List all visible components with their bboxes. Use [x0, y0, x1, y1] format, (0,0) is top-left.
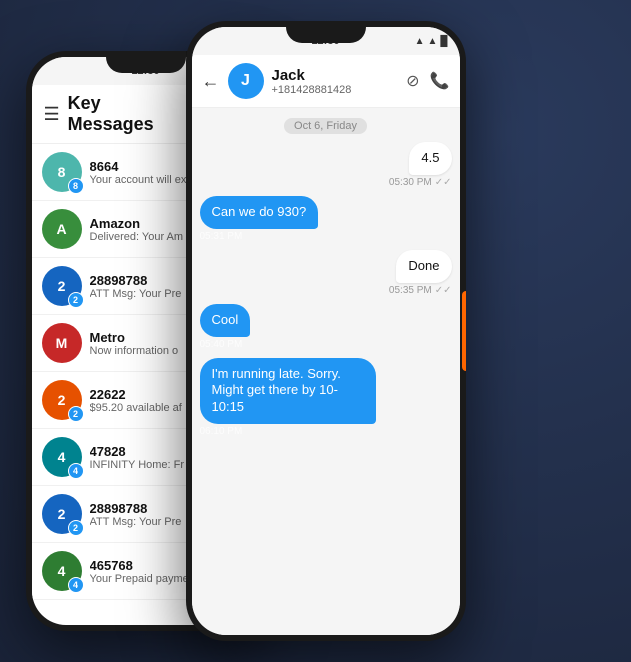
contact-avatar: J — [228, 63, 264, 99]
bubble-time-4: 06:10 PM — [200, 426, 243, 437]
battery-icon-front: █ — [440, 36, 447, 47]
wifi-icon-front: ▲ — [415, 36, 425, 47]
bubble-incoming: 4.5 — [409, 142, 451, 175]
checkmarks: ✓✓ — [435, 177, 452, 188]
status-icons-front: ▲ ▲ █ — [415, 36, 448, 47]
bubble-outgoing-2: Cool — [200, 304, 251, 337]
unread-badge: 2 — [68, 406, 84, 422]
bubble-row-outgoing: Can we do 930? 05:31 PM — [200, 196, 452, 242]
date-divider: Oct 6, Friday — [284, 118, 367, 134]
avatar: A — [42, 209, 82, 249]
bubble-text: Cool — [212, 312, 239, 327]
bubble-outgoing: Can we do 930? — [200, 196, 319, 229]
menu-icon[interactable]: ☰ — [44, 104, 60, 125]
scene: 12:30 ▲ ▲ █ ☰ Key Messages 🔍 📋 — [26, 21, 606, 641]
chat-info: Jack +181428881428 — [272, 67, 399, 96]
bubble-incoming-2: Done — [396, 250, 451, 283]
front-phone: 12:30 ▲ ▲ █ ← J Jack +181428881428 ⊘ 📞 — [186, 21, 466, 641]
notch — [106, 57, 186, 73]
unread-badge: 8 — [68, 178, 84, 194]
bubble-time-2: 05:35 PM ✓✓ — [389, 285, 452, 296]
bubble-time-3: 05:40 PM — [200, 339, 243, 350]
bubble-text: Can we do 930? — [212, 204, 307, 219]
block-icon[interactable]: ⊘ — [406, 71, 419, 91]
unread-badge: 2 — [68, 520, 84, 536]
bubble-text: I'm running late. Sorry. Might get there… — [212, 366, 341, 415]
avatar: 2 2 — [42, 494, 82, 534]
chat-header: ← J Jack +181428881428 ⊘ 📞 — [192, 55, 460, 108]
avatar: 2 2 — [42, 266, 82, 306]
avatar: 8 8 — [42, 152, 82, 192]
bubble-text: 4.5 — [421, 150, 439, 165]
bubble-row-incoming-2: Done 05:35 PM ✓✓ — [200, 250, 452, 296]
call-icon[interactable]: 📞 — [430, 71, 450, 91]
avatar: M — [42, 323, 82, 363]
avatar: 2 2 — [42, 380, 82, 420]
time-text: 05:30 PM — [389, 177, 432, 188]
bubble-row-incoming: 4.5 05:30 PM ✓✓ — [200, 142, 452, 188]
chat-body: Oct 6, Friday 4.5 05:30 PM ✓✓ Can we do … — [192, 108, 460, 635]
unread-badge: 2 — [68, 292, 84, 308]
bubble-time: 05:31 PM — [200, 231, 243, 242]
checkmarks-2: ✓✓ — [435, 285, 452, 296]
page-title: Key Messages — [68, 93, 185, 135]
time-text: 06:10 PM — [200, 426, 243, 437]
avatar: 4 4 — [42, 551, 82, 591]
time-text: 05:40 PM — [200, 339, 243, 350]
unread-badge: 4 — [68, 577, 84, 593]
chat-actions: ⊘ 📞 — [406, 71, 449, 91]
bubble-outgoing-3: I'm running late. Sorry. Might get there… — [200, 358, 376, 425]
signal-icon-front: ▲ — [428, 36, 438, 47]
avatar: 4 4 — [42, 437, 82, 477]
bubble-row-outgoing-3: I'm running late. Sorry. Might get there… — [200, 358, 452, 438]
contact-number: +181428881428 — [272, 84, 399, 96]
back-button[interactable]: ← — [202, 71, 220, 92]
unread-badge: 4 — [68, 463, 84, 479]
bubble-text: Done — [408, 258, 439, 273]
time-text: 05:31 PM — [200, 231, 243, 242]
side-accent — [462, 291, 466, 371]
notch-front — [286, 27, 366, 43]
bubble-row-outgoing-2: Cool 05:40 PM — [200, 304, 452, 350]
bubble-time: 05:30 PM ✓✓ — [389, 177, 452, 188]
time-text: 05:35 PM — [389, 285, 432, 296]
contact-name: Jack — [272, 67, 399, 84]
